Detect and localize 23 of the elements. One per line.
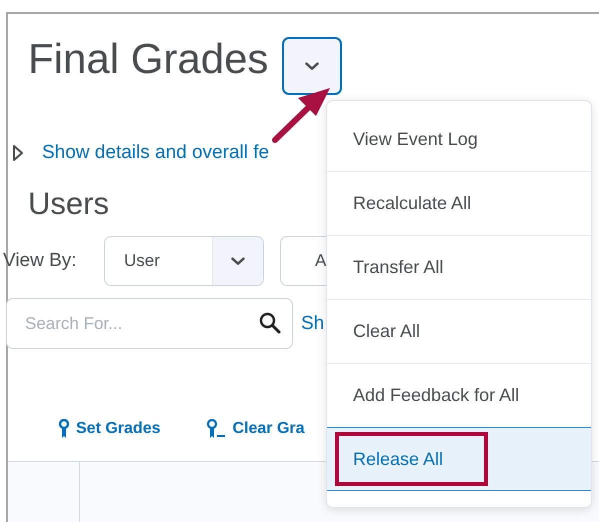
menu-item[interactable]: Clear All <box>327 299 591 363</box>
search-icon[interactable] <box>259 312 281 334</box>
menu-item[interactable]: Add Feedback for All <box>327 363 591 427</box>
menu-item[interactable]: Recalculate All <box>327 171 591 235</box>
menu-item[interactable]: View Event Log <box>327 107 591 171</box>
ribbon-minus-icon <box>206 419 226 439</box>
page-title: Final Grades <box>28 35 268 83</box>
section-heading: Users <box>28 186 109 223</box>
actions-menu-button[interactable] <box>282 37 342 95</box>
view-by-select[interactable]: User <box>104 236 264 286</box>
chevron-down-icon <box>305 62 320 70</box>
search-field[interactable]: Search For... <box>6 298 293 349</box>
expand-triangle-icon[interactable] <box>12 144 24 162</box>
annotation-arrow <box>270 86 332 144</box>
show-details-link[interactable]: Show details and overall fe <box>42 142 270 164</box>
chevron-down-icon <box>231 256 245 266</box>
menu-item[interactable]: Release All <box>327 427 591 491</box>
grade-action-link[interactable]: Set Grades <box>58 419 160 439</box>
menu-item[interactable]: Transfer All <box>327 235 591 299</box>
show-search-options-link[interactable]: Sh <box>301 312 324 334</box>
ribbon-icon <box>58 419 70 439</box>
grade-action-link[interactable]: Clear Gra <box>206 419 305 439</box>
view-by-label: View By: <box>3 250 78 272</box>
